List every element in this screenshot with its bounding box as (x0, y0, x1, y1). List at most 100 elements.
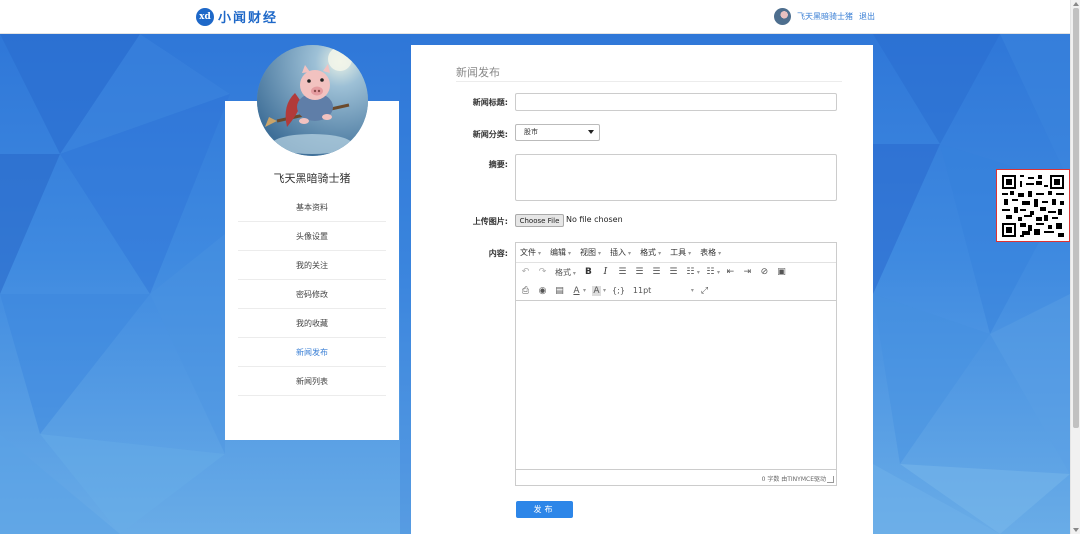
format-dropdown[interactable]: 格式 ▾ (555, 267, 576, 278)
header-username-link[interactable]: 飞天黑暗骑士猪 (797, 11, 853, 22)
menu-table-label: 表格 (700, 247, 717, 257)
numbered-list-icon[interactable]: ☷ (706, 267, 715, 277)
logo-mark: xd (196, 7, 214, 26)
caret-icon[interactable]: ▾ (603, 287, 606, 294)
scroll-down-arrow-icon[interactable] (1073, 528, 1079, 532)
caret-icon: ▾ (538, 249, 542, 257)
qr-code (996, 169, 1070, 242)
menu-format-label: 格式 (640, 247, 657, 257)
caret-icon: ▾ (571, 269, 576, 277)
align-center-icon[interactable]: ☰ (635, 267, 644, 277)
menu-file-label: 文件 (520, 247, 536, 257)
resize-handle[interactable] (827, 476, 834, 483)
profile-name: 飞天黑暗骑士猪 (273, 172, 351, 185)
align-left-icon[interactable]: ☰ (618, 267, 627, 277)
code-icon[interactable]: {;} (612, 286, 625, 295)
font-size-select[interactable]: 11pt (633, 286, 683, 295)
indent-icon[interactable]: ⇥ (743, 267, 752, 277)
fullscreen-icon[interactable]: ⤢ (700, 286, 709, 296)
news-publish-panel: 新闻发布 新闻标题: 新闻分类: 股市 摘要: 上传图片: Choose Fil… (411, 45, 873, 534)
logout-link[interactable]: 退出 (859, 11, 875, 22)
flying-pig-illustration (257, 45, 368, 156)
caret-icon[interactable]: ▾ (697, 269, 700, 276)
menu-file[interactable]: 文件 ▾ (520, 247, 541, 258)
header-avatar[interactable] (774, 8, 791, 25)
rich-text-editor: 文件 ▾ 编辑 ▾ 视图 ▾ 插入 ▾ 格式 ▾ 工具 ▾ 表格 ▾ ↶ ↷ 格式 ▾ B I… (515, 242, 837, 486)
upload-image-label: 上传图片: (472, 217, 508, 226)
caret-icon: ▾ (718, 249, 722, 257)
align-right-icon[interactable]: ☰ (652, 267, 661, 277)
news-title-label: 新闻标题: (472, 98, 508, 107)
sidebar-item-publish-news[interactable]: 新闻发布 (238, 338, 386, 367)
outdent-icon[interactable]: ⇤ (726, 267, 735, 277)
scrollbar-thumb[interactable] (1073, 8, 1079, 428)
sidebar-item-favorites[interactable]: 我的收藏 (238, 309, 386, 338)
page-title: 新闻发布 (456, 66, 500, 79)
scroll-up-arrow-icon[interactable] (1073, 2, 1079, 6)
sidebar-item-avatar-settings[interactable]: 头像设置 (238, 222, 386, 251)
menu-tools[interactable]: 工具 ▾ (670, 247, 691, 258)
caret-icon: ▾ (688, 249, 692, 257)
redo-icon[interactable]: ↷ (538, 267, 547, 277)
profile-avatar[interactable] (257, 45, 368, 156)
summary-textarea[interactable] (515, 154, 837, 201)
image-icon[interactable]: ▣ (777, 267, 786, 277)
menu-insert-label: 插入 (610, 247, 627, 257)
title-divider (456, 81, 842, 82)
editor-content-area[interactable] (516, 302, 836, 470)
editor-toolbar-1: ↶ ↷ 格式 ▾ B I ☰ ☰ ☰ ☰ ☷ ▾ ☷ ▾ ⇤ ⇥ ⊘ ▣ (516, 262, 836, 281)
news-category-select[interactable]: 股市 (515, 124, 600, 141)
caret-icon: ▾ (628, 249, 632, 257)
news-title-input[interactable] (515, 93, 837, 111)
sidebar-item-change-password[interactable]: 密码修改 (238, 280, 386, 309)
background-color-icon[interactable]: A (592, 285, 602, 296)
category-selected-value: 股市 (524, 128, 538, 136)
menu-insert[interactable]: 插入 ▾ (610, 247, 631, 258)
bold-icon[interactable]: B (584, 267, 593, 277)
choose-file-button[interactable]: Choose File (515, 214, 564, 227)
menu-view[interactable]: 视图 ▾ (580, 247, 601, 258)
publish-button[interactable]: 发布 (516, 501, 573, 518)
editor-menubar: 文件 ▾ 编辑 ▾ 视图 ▾ 插入 ▾ 格式 ▾ 工具 ▾ 表格 ▾ (516, 243, 836, 261)
italic-icon[interactable]: I (601, 267, 610, 277)
menu-table[interactable]: 表格 ▾ (700, 247, 721, 258)
sidebar-menu: 基本资料 头像设置 我的关注 密码修改 我的收藏 新闻发布 新闻列表 (238, 193, 386, 396)
caret-icon[interactable]: ▾ (717, 269, 720, 276)
editor-toolbar-2: ⎙ ◉ ▤ A ▾ A ▾ {;} 11pt ▾ ⤢ (516, 281, 836, 301)
editor-statusbar: 0 字数 由TINYMCE驱动 (516, 469, 836, 485)
font-size-value: 11pt (632, 286, 652, 295)
content-label: 内容: (488, 249, 508, 258)
sidebar-item-news-list[interactable]: 新闻列表 (238, 367, 386, 396)
format-dropdown-label: 格式 (555, 267, 571, 277)
qr-code-image (1002, 175, 1064, 237)
menu-format[interactable]: 格式 ▾ (640, 247, 661, 258)
caret-icon[interactable]: ▾ (583, 287, 586, 294)
word-count: 0 字数 由TINYMCE驱动 (761, 476, 826, 483)
page-scrollbar[interactable] (1070, 0, 1080, 534)
preview-icon[interactable]: ◉ (538, 286, 547, 296)
menu-view-label: 视图 (580, 247, 597, 257)
logo-text: 小闻财经 (218, 11, 279, 26)
media-icon[interactable]: ▤ (555, 286, 564, 296)
align-justify-icon[interactable]: ☰ (669, 267, 678, 277)
sidebar-item-following[interactable]: 我的关注 (238, 251, 386, 280)
chevron-down-icon (588, 130, 594, 134)
summary-label: 摘要: (488, 160, 508, 169)
top-header: xd 小闻财经 飞天黑暗骑士猪 退出 (0, 0, 1070, 34)
caret-icon[interactable]: ▾ (691, 287, 694, 294)
link-icon[interactable]: ⊘ (760, 267, 769, 277)
bullet-list-icon[interactable]: ☷ (686, 267, 695, 277)
text-color-icon[interactable]: A (572, 286, 581, 296)
undo-icon[interactable]: ↶ (521, 267, 530, 277)
menu-edit[interactable]: 编辑 ▾ (550, 247, 571, 258)
menu-tools-label: 工具 (670, 247, 687, 257)
menu-edit-label: 编辑 (550, 247, 567, 257)
file-status-text: No file chosen (566, 215, 623, 224)
site-logo[interactable]: xd 小闻财经 (196, 7, 278, 26)
print-icon[interactable]: ⎙ (521, 286, 530, 296)
caret-icon: ▾ (658, 249, 662, 257)
sidebar-item-basic-info[interactable]: 基本资料 (238, 193, 386, 222)
news-category-label: 新闻分类: (472, 130, 508, 139)
caret-icon: ▾ (598, 249, 602, 257)
caret-icon: ▾ (568, 249, 572, 257)
